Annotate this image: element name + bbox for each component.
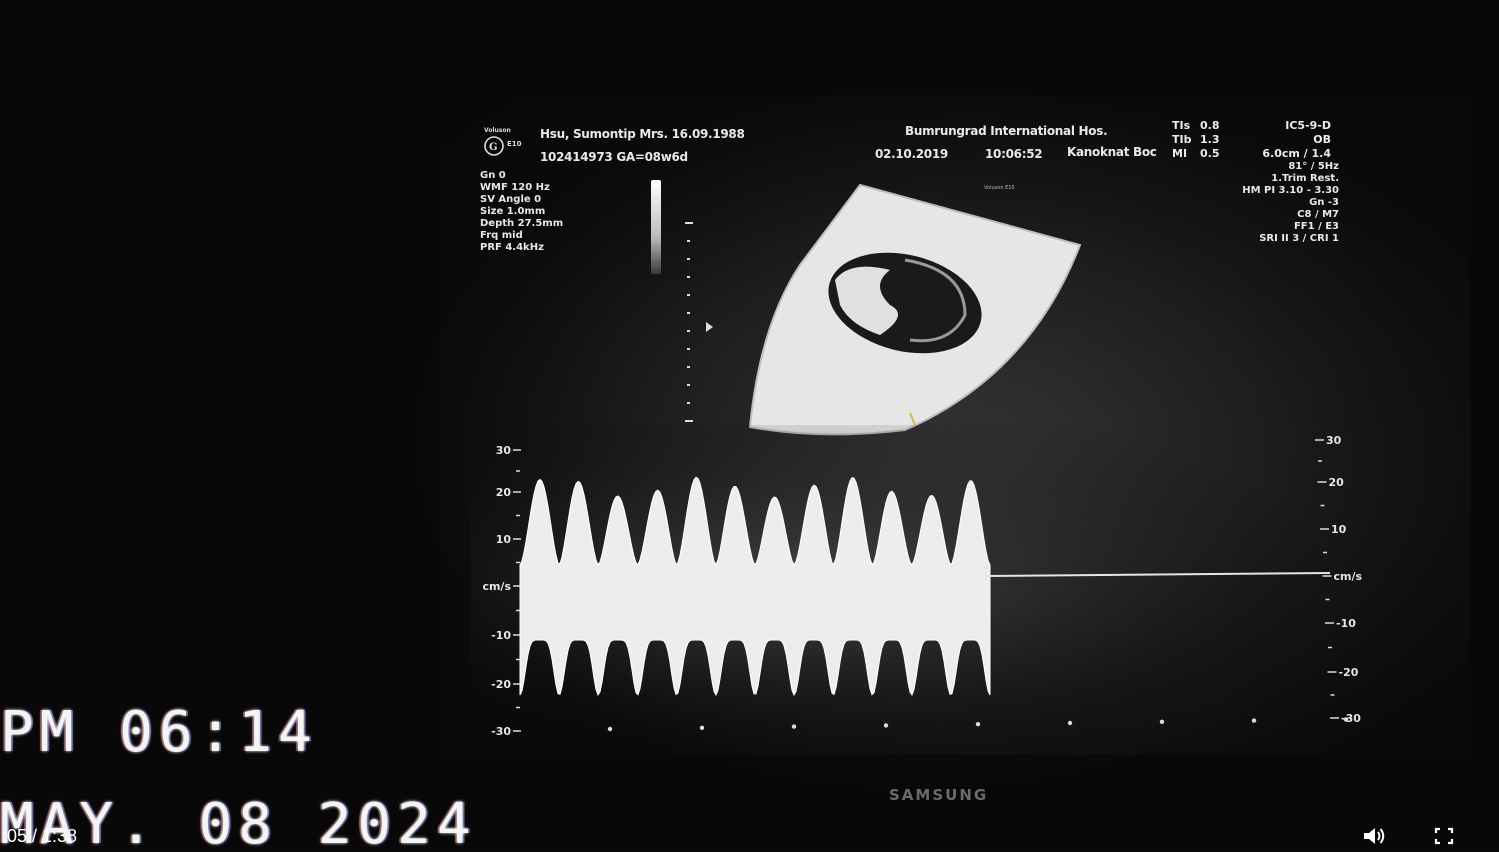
depth-tick <box>687 348 690 350</box>
depth-tick <box>685 222 693 224</box>
volume-button[interactable] <box>1361 824 1387 848</box>
depth-tick <box>687 384 690 386</box>
brand-logo: SAMSUNG <box>889 786 989 804</box>
velocity-label: -10 <box>1336 617 1356 630</box>
video-frame[interactable]: Voluson G E10 Hsu, Sumontip Mrs. 16.09.1… <box>0 0 1499 849</box>
focus-marker <box>706 322 713 332</box>
time-marker-dot <box>791 724 797 729</box>
grayscale-bar <box>651 180 661 274</box>
voluson-logo: Voluson G E10 <box>484 127 522 156</box>
exam-preset: OB <box>1313 133 1331 146</box>
param-line: Frq mid <box>480 230 523 241</box>
exam-time: 10:06:52 <box>985 147 1043 161</box>
param-line: FF1 / E3 <box>1293 221 1339 232</box>
depth-tick <box>687 240 690 242</box>
bmode-image: Voluson E10 <box>748 183 1082 436</box>
volume-icon <box>1364 828 1385 844</box>
param-line: PRF 4.4kHz <box>480 242 544 253</box>
param-line: C8 / M7 <box>1297 209 1339 220</box>
depth-tick <box>687 258 690 260</box>
time-marker-dot <box>607 726 613 732</box>
time-marker-dot <box>1251 718 1257 723</box>
param-line: SRI II 3 / CRI 1 <box>1259 233 1339 244</box>
ti-label: TIs <box>1172 119 1191 132</box>
velocity-label: 30 <box>1326 434 1342 447</box>
param-line: Size 1.0mm <box>480 206 546 217</box>
time-marker-dot <box>699 725 705 730</box>
param-line: HM PI 3.10 - 3.30 <box>1242 185 1339 196</box>
ti-value: 0.8 <box>1200 119 1220 132</box>
param-line: WMF 120 Hz <box>480 182 550 193</box>
velocity-label: -20 <box>1339 666 1359 679</box>
param-line: 81° / 5Hz <box>1288 161 1339 172</box>
svg-text:E10: E10 <box>507 140 522 148</box>
time-display: :05 / 1:38 <box>2 826 78 846</box>
velocity-label: cm/s <box>482 580 511 593</box>
velocity-label: 30 <box>496 444 512 457</box>
doppler-parameters: Gn 0 WMF 120 Hz SV Angle 0 Size 1.0mm De… <box>480 170 563 254</box>
time-marker-dot <box>975 722 981 727</box>
velocity-label: 10 <box>496 533 512 546</box>
patient-id: 102414973 GA=08w6d <box>540 150 688 164</box>
ti-value: 1.3 <box>1200 133 1220 146</box>
velocity-label: cm/s <box>1334 570 1363 583</box>
thermal-index-labels: TIs TIb MI <box>1172 119 1191 161</box>
fullscreen-icon <box>1434 827 1454 845</box>
param-line: 1.Trim Rest. <box>1271 173 1339 184</box>
param-line: Gn 0 <box>480 170 506 181</box>
operator-name: Kanoknat Boc <box>1067 145 1157 159</box>
ti-label: MI <box>1172 147 1188 160</box>
mini-logo-label: Voluson E10 <box>984 185 1015 191</box>
imaging-parameters: 81° / 5Hz 1.Trim Rest. HM PI 3.10 - 3.30… <box>1242 161 1339 245</box>
velocity-label: 10 <box>1331 523 1347 536</box>
probe-name: IC5-9-D <box>1285 119 1331 132</box>
osd-time: PM 06:14 <box>0 700 318 765</box>
patient-name: Hsu, Sumontip Mrs. 16.09.1988 <box>540 127 745 141</box>
velocity-label: -30 <box>491 725 511 738</box>
param-line: Gn -3 <box>1309 197 1339 208</box>
ti-value: 0.5 <box>1200 147 1220 160</box>
depth-tick <box>687 366 690 368</box>
depth-info: 6.0cm / 1.4 <box>1262 147 1331 160</box>
velocity-label: -10 <box>491 629 511 642</box>
probe-info: IC5-9-D OB 6.0cm / 1.4 <box>1262 119 1331 161</box>
exam-date: 02.10.2019 <box>875 147 948 161</box>
depth-tick <box>687 294 690 296</box>
ti-label: TIb <box>1172 133 1192 146</box>
velocity-label: 20 <box>1329 476 1345 489</box>
thermal-index-values: 0.8 1.3 0.5 <box>1200 119 1220 161</box>
depth-tick <box>687 276 690 278</box>
player-controls: :05 / 1:38 <box>0 823 1499 849</box>
depth-tick <box>687 330 690 332</box>
param-line: SV Angle 0 <box>480 194 542 205</box>
depth-scale <box>683 222 697 432</box>
depth-tick <box>687 402 690 404</box>
velocity-label: -20 <box>491 678 511 691</box>
svg-text:Voluson: Voluson <box>484 127 511 134</box>
time-marker-dot <box>1159 719 1165 724</box>
velocity-label: 20 <box>496 486 512 499</box>
doppler-spectrum: 302010cm/s-10-20-30 302010cm/s-10-20-30 <box>470 425 1400 745</box>
param-line: Depth 27.5mm <box>480 218 564 229</box>
time-marker-dot <box>883 723 889 728</box>
hospital-name: Bumrungrad International Hos. <box>905 124 1108 138</box>
depth-tick <box>685 420 693 422</box>
time-marker-dot <box>1343 717 1349 722</box>
fullscreen-button[interactable] <box>1431 824 1457 848</box>
depth-tick <box>687 312 690 314</box>
time-marker-dot <box>1067 720 1073 726</box>
svg-text:G: G <box>489 142 498 153</box>
